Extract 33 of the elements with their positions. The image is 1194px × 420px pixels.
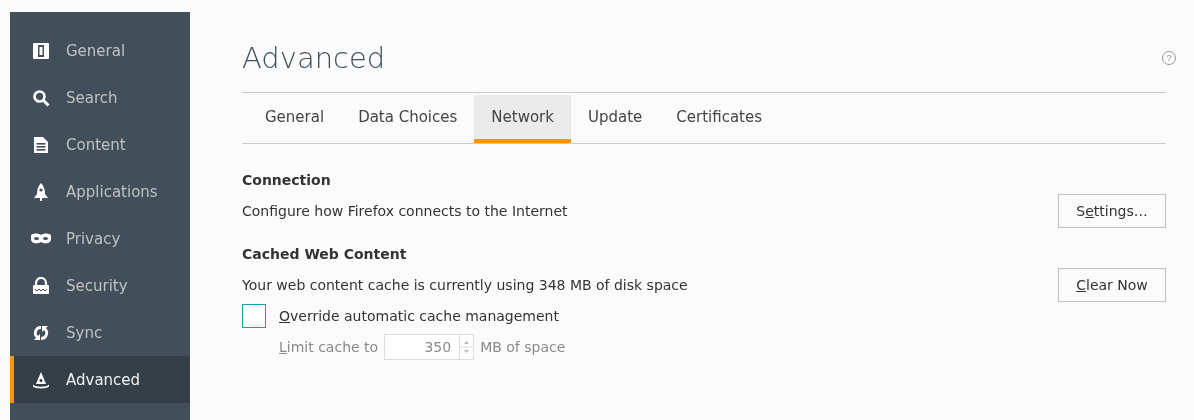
tab[interactable]: Network (474, 95, 571, 143)
switch-icon (32, 41, 50, 60)
sidebar-item[interactable]: Applications (10, 168, 190, 215)
unit-label: MB of space (480, 339, 566, 355)
checkbox[interactable] (242, 304, 266, 328)
spinner-arrows-icon[interactable] (459, 335, 474, 359)
wizard-hat-icon (32, 370, 50, 389)
tab[interactable]: Update (570, 95, 660, 143)
sync-icon (32, 323, 50, 342)
tab[interactable]: General (248, 95, 342, 143)
settings-button[interactable]: Settings… (1058, 194, 1166, 228)
tab[interactable]: Data Choices (341, 95, 475, 143)
mask-icon (31, 232, 51, 245)
limit-label: Limit cache to (279, 339, 379, 355)
page-title: Advanced (242, 41, 386, 75)
section-heading: Cached Web Content (242, 246, 408, 262)
sidebar-item[interactable]: Sync (10, 309, 190, 356)
sidebar-item[interactable]: Search (10, 74, 190, 121)
sidebar-item[interactable]: Privacy (10, 215, 190, 262)
description-text: Configure how Firefox connects to the Internet (242, 203, 568, 219)
sidebar-item[interactable]: Security (10, 262, 190, 309)
document-icon (33, 135, 49, 154)
description-text: Your web content cache is currently using 348 MB of disk space (242, 277, 688, 293)
padlock-icon (32, 276, 50, 295)
clear-now-button[interactable]: Clear Now (1058, 268, 1166, 302)
checkbox-label[interactable]: Override automatic cache management (279, 308, 559, 324)
search-icon (32, 88, 50, 107)
rocket-icon (33, 182, 49, 201)
tab[interactable]: Certificates (659, 95, 780, 143)
sidebar-item[interactable]: General (10, 27, 190, 74)
sidebar-item[interactable]: Advanced (10, 356, 190, 403)
sidebar-item[interactable]: Content (10, 121, 190, 168)
section-heading: Connection (242, 172, 332, 188)
